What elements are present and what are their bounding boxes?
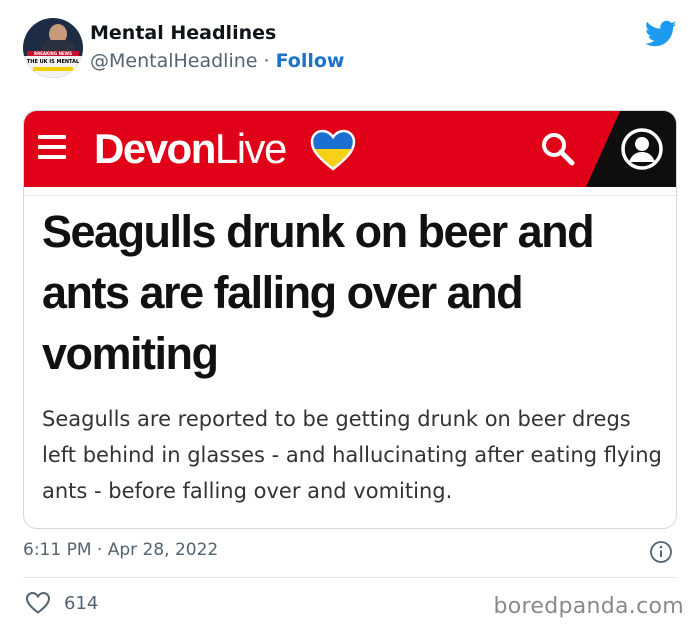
hamburger-menu-icon[interactable] — [38, 135, 66, 159]
twitter-bird-icon[interactable] — [645, 20, 677, 48]
boredpanda-watermark: boredpanda.com — [493, 594, 684, 619]
header-divider — [24, 195, 676, 196]
like-count[interactable]: 614 — [64, 593, 98, 614]
article-headline[interactable]: Seagulls drunk on beer and ants are fall… — [42, 201, 662, 384]
separator: · — [257, 50, 276, 72]
like-heart-icon[interactable] — [25, 591, 51, 615]
author-handle[interactable]: @MentalHeadline — [90, 50, 257, 72]
article-card[interactable]: DevonLive Seagulls drunk on beer and ant… — [23, 110, 677, 529]
follow-button[interactable]: Follow — [276, 50, 345, 72]
avatar-yellow-bar — [33, 67, 73, 71]
divider — [23, 577, 677, 578]
tweet-timestamp[interactable]: 6:11 PM · Apr 28, 2022 — [23, 540, 218, 560]
search-icon[interactable] — [540, 131, 576, 167]
avatar-caption: THE UK IS MENTAL — [26, 59, 80, 65]
author-name[interactable]: Mental Headlines — [90, 22, 276, 44]
account-icon[interactable] — [620, 127, 664, 171]
ukraine-heart-icon — [310, 129, 356, 171]
handle-line: @MentalHeadline · Follow — [90, 50, 345, 72]
article-summary: Seagulls are reported to be getting drun… — [42, 407, 662, 503]
devonlive-logo[interactable]: DevonLive — [94, 121, 287, 177]
info-icon[interactable] — [649, 540, 673, 564]
avatar[interactable]: BREAKING NEWS THE UK IS MENTAL — [23, 18, 83, 78]
